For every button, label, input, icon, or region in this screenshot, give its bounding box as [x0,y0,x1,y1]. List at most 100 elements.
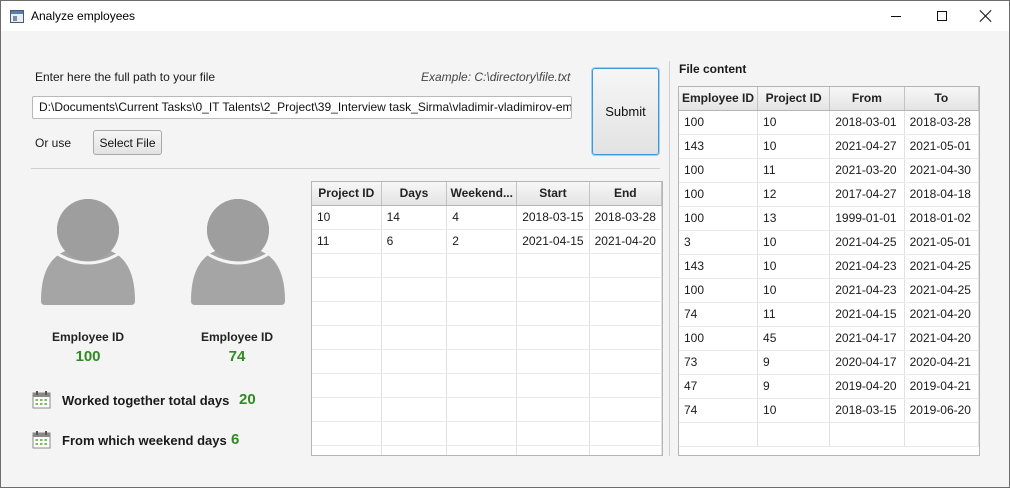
table-row[interactable]: 100 11 2021-03-20 2021-04-30 [679,158,979,183]
table-cell: 2021-04-30 [904,158,979,183]
employee-1-id: 100 [75,348,101,365]
table-cell: 11 [757,158,831,183]
table-row[interactable]: 100 12 2017-04-27 2018-04-18 [679,182,979,207]
empty-row [312,445,662,455]
table-cell: 9 [757,350,831,375]
table-row[interactable]: 74 10 2018-03-15 2019-06-20 [679,398,979,423]
table-cell: 2019-06-20 [904,398,979,423]
title-bar: Analyze employees [0,0,1010,31]
table-cell: 2021-04-20 [904,302,979,327]
submit-button[interactable]: Submit [592,68,659,155]
table-cell: 2021-04-15 [829,302,905,327]
window-title: Analyze employees [31,9,136,23]
table-row[interactable]: 74 11 2021-04-15 2021-04-20 [679,302,979,327]
empty-row [312,253,662,278]
table-cell: 2018-03-28 [589,205,662,230]
calendar-icon [32,391,51,409]
table-cell: 73 [679,350,759,375]
table-row[interactable]: 11 6 2 2021-04-15 2021-04-20 [312,229,662,254]
employee-2-avatar-icon [191,199,285,305]
table-row[interactable]: 10 14 4 2018-03-15 2018-03-28 [312,205,662,230]
table-cell: 10 [757,254,831,279]
close-button[interactable] [963,1,1009,31]
horizontal-divider [31,168,660,169]
app-window-icon [10,10,24,23]
table-cell: 1999-01-01 [829,206,905,231]
weekend-days-value: 6 [231,431,240,448]
table-cell: 10 [757,230,831,255]
table-cell: 2019-04-21 [904,374,979,399]
column-header[interactable]: End [589,182,662,206]
empty-row [312,397,662,422]
table-cell: 12 [757,182,831,207]
table-cell: 2021-05-01 [904,134,979,159]
table-cell: 2019-04-20 [829,374,905,399]
table-cell: 2021-04-25 [904,254,979,279]
table-row[interactable]: 100 13 1999-01-01 2018-01-02 [679,206,979,231]
table-cell: 2 [446,229,518,254]
table-cell: 2018-03-15 [516,205,590,230]
table-cell: 2020-04-17 [829,350,905,375]
table-cell: 10 [757,278,831,303]
projects-header-row: Project ID Days Weekend... Start End [312,182,662,206]
vertical-divider [669,61,670,456]
table-cell: 2018-04-18 [904,182,979,207]
table-cell: 74 [679,398,759,423]
table-row[interactable]: 100 10 2021-04-23 2021-04-25 [679,278,979,303]
column-header[interactable]: Weekend... [446,182,518,206]
table-cell: 2021-03-20 [829,158,905,183]
table-row[interactable]: 100 45 2021-04-17 2021-04-20 [679,326,979,351]
column-header[interactable]: Project ID [312,182,382,206]
file-content-table[interactable]: Employee ID Project ID From To 100 10 2018… [678,86,980,456]
minimize-button[interactable] [873,1,919,31]
file-path-input[interactable]: D:\Documents\Current Tasks\0_IT Talents\… [32,96,572,119]
table-cell: 2021-04-25 [829,230,905,255]
table-cell: 74 [679,302,759,327]
table-cell: 3 [679,230,759,255]
table-row[interactable]: 143 10 2021-04-23 2021-04-25 [679,254,979,279]
employee-2-id: 74 [228,348,246,365]
table-cell: 100 [679,278,759,303]
table-cell: 2021-04-27 [829,134,905,159]
table-cell: 100 [679,206,759,231]
empty-row [312,373,662,398]
minimize-icon [891,15,901,17]
empty-row [312,325,662,350]
select-file-button[interactable]: Select File [93,130,162,155]
table-cell: 100 [679,182,759,207]
file-content-title: File content [679,62,747,76]
employee-1-avatar-icon [41,199,135,305]
table-cell: 2021-04-15 [516,229,590,254]
table-row[interactable]: 3 10 2021-04-25 2021-05-01 [679,230,979,255]
empty-row [312,349,662,374]
table-row[interactable]: 100 10 2018-03-01 2018-03-28 [679,110,979,135]
column-header[interactable]: Employee ID [679,87,759,111]
maximize-button[interactable] [919,1,965,31]
table-cell: 100 [679,326,759,351]
table-cell: 11 [312,229,382,254]
table-cell: 2021-04-23 [829,254,905,279]
path-prompt-label: Enter here the full path to your file [35,70,216,84]
table-cell: 100 [679,110,759,135]
projects-table[interactable]: Project ID Days Weekend... Start End 10 … [311,181,663,456]
column-header[interactable]: Days [381,182,448,206]
table-cell: 2018-03-28 [904,110,979,135]
calendar-icon [32,431,51,449]
table-cell: 2021-04-20 [589,229,662,254]
table-cell: 10 [312,205,382,230]
table-cell: 4 [446,205,518,230]
table-cell: 10 [757,110,831,135]
file-content-header-row: Employee ID Project ID From To [679,87,979,111]
table-row[interactable]: 143 10 2021-04-27 2021-05-01 [679,134,979,159]
table-row[interactable]: 73 9 2020-04-17 2020-04-21 [679,350,979,375]
column-header[interactable]: Project ID [757,87,831,111]
table-cell: 10 [757,398,831,423]
weekend-days-label: From which weekend days [62,433,227,448]
column-header[interactable]: From [829,87,905,111]
total-days-value: 20 [239,391,256,408]
column-header[interactable]: To [904,87,979,111]
table-row[interactable]: 47 9 2019-04-20 2019-04-21 [679,374,979,399]
table-cell: 11 [757,302,831,327]
employee-2-label: Employee ID [200,330,274,344]
column-header[interactable]: Start [516,182,590,206]
